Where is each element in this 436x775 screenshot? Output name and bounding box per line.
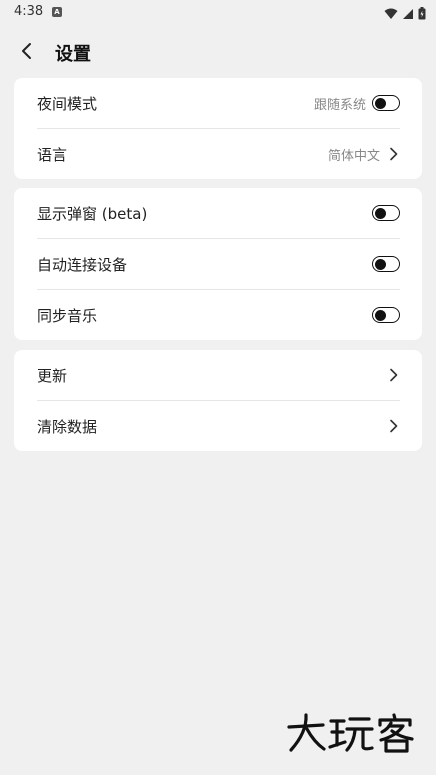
- notification-icon: A: [52, 7, 62, 17]
- status-icons: [384, 5, 426, 24]
- app-header: 设置: [0, 24, 436, 78]
- popup-toggle[interactable]: [372, 205, 400, 221]
- popup-label: 显示弹窗 (beta): [37, 204, 148, 223]
- clear-data-label: 清除数据: [37, 417, 98, 436]
- night-mode-row[interactable]: 夜间模式 跟随系统: [37, 78, 400, 128]
- chevron-right-icon: [386, 418, 400, 434]
- status-time: 4:38: [14, 4, 44, 19]
- chevron-right-icon: [386, 146, 400, 162]
- back-button[interactable]: [14, 38, 40, 64]
- update-row[interactable]: 更新: [37, 350, 400, 400]
- language-label: 语言: [37, 145, 68, 164]
- sync-music-toggle[interactable]: [372, 307, 400, 323]
- sync-music-label: 同步音乐: [37, 306, 98, 325]
- wifi-icon: [384, 5, 398, 24]
- chevron-right-icon: [386, 367, 400, 383]
- night-mode-value: 跟随系统: [313, 97, 366, 113]
- watermark-logo: [287, 713, 414, 753]
- auto-connect-row[interactable]: 自动连接设备: [37, 238, 400, 289]
- language-row[interactable]: 语言 简体中文: [37, 128, 400, 179]
- sync-music-row[interactable]: 同步音乐: [37, 289, 400, 340]
- back-arrow-icon: [22, 43, 31, 59]
- update-label: 更新: [37, 366, 68, 385]
- language-value: 简体中文: [327, 148, 380, 164]
- status-bar: 4:38 A: [0, 0, 436, 24]
- settings-card-system: 更新 清除数据: [14, 350, 422, 451]
- page-title: 设置: [55, 44, 91, 65]
- clear-data-row[interactable]: 清除数据: [37, 400, 400, 451]
- settings-card-display: 夜间模式 跟随系统 语言 简体中文: [14, 78, 422, 179]
- signal-icon: [402, 5, 414, 24]
- auto-connect-label: 自动连接设备: [37, 255, 128, 274]
- popup-row[interactable]: 显示弹窗 (beta): [37, 188, 400, 238]
- auto-connect-toggle[interactable]: [372, 256, 400, 272]
- settings-card-device: 显示弹窗 (beta) 自动连接设备 同步音乐: [14, 188, 422, 340]
- night-mode-label: 夜间模式: [37, 94, 98, 113]
- battery-icon: [418, 5, 426, 24]
- night-mode-toggle[interactable]: [372, 95, 400, 111]
